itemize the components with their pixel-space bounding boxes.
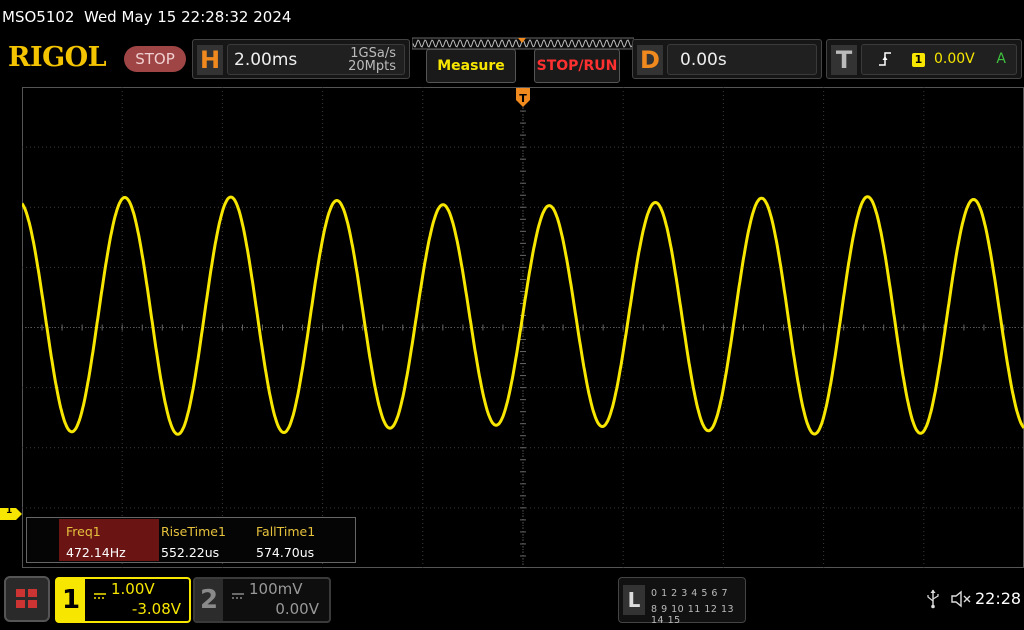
- channel2-panel[interactable]: 2 100mV 0.00V: [193, 577, 331, 623]
- title-bar: MSO5102 Wed May 15 22:28:32 2024: [0, 0, 1024, 34]
- logic-channels-row2: 8 9 10 11 12 13 14 15: [651, 604, 735, 626]
- svg-text:T: T: [519, 92, 527, 105]
- waveform-display[interactable]: T: [22, 87, 1024, 568]
- channel1-scale: 1.00V: [111, 580, 155, 598]
- bottom-status-bar: 1 1.00V -3.08V 2 100mV 0.00V L 0 1 2 3 4…: [0, 570, 1024, 630]
- dc-coupling-icon: [231, 585, 245, 604]
- delay-value: 0.00s: [680, 50, 727, 70]
- clock-time: 22:28: [975, 589, 1022, 608]
- main-menu-button[interactable]: [4, 576, 50, 622]
- measurement-header: RiseTime1: [161, 524, 226, 539]
- timebase-value: 2.00ms: [234, 50, 298, 70]
- trigger-panel[interactable]: T 1 0.00V A: [826, 39, 1022, 79]
- speaker-muted-icon[interactable]: [950, 590, 972, 612]
- trigger-level: 0.00V: [934, 51, 975, 67]
- trigger-position-marker: T: [516, 88, 530, 107]
- measurement-value: 574.70us: [256, 545, 315, 560]
- logic-letter: L: [623, 585, 645, 615]
- run-state-badge[interactable]: STOP: [124, 46, 186, 72]
- delay-letter: D: [637, 45, 663, 75]
- measurement-value: 472.14Hz: [66, 545, 126, 560]
- channel2-scale: 100mV: [249, 580, 303, 598]
- measurement-header: Freq1: [66, 524, 101, 539]
- rising-edge-icon: [878, 50, 892, 72]
- waveform-grid: T: [22, 87, 1024, 568]
- trigger-mode: A: [996, 51, 1006, 67]
- trigger-letter: T: [831, 45, 857, 75]
- measurement-header: FallTime1: [256, 524, 316, 539]
- logic-analyzer-panel[interactable]: L 0 1 2 3 4 5 6 7 8 9 10 11 12 13 14 15: [618, 577, 746, 626]
- measurement-table[interactable]: Freq1 RiseTime1 FallTime1 472.14Hz 552.2…: [26, 517, 356, 563]
- channel1-trace: [22, 195, 1024, 436]
- channel1-panel[interactable]: 1 1.00V -3.08V: [55, 577, 191, 623]
- measurement-value: 552.22us: [161, 545, 220, 560]
- horizontal-letter: H: [197, 45, 223, 75]
- memory-depth: 20Mpts: [348, 59, 396, 74]
- delay-panel[interactable]: D 0.00s: [632, 39, 822, 79]
- usb-icon: [926, 589, 940, 613]
- dc-coupling-icon: [93, 585, 107, 604]
- measure-button[interactable]: Measure: [426, 49, 516, 83]
- datetime: Wed May 15 22:28:32 2024: [84, 8, 292, 26]
- model-name: MSO5102: [2, 8, 75, 26]
- trigger-source-badge: 1: [912, 53, 925, 67]
- channel1-number: 1: [57, 579, 85, 621]
- channel2-number: 2: [195, 579, 223, 621]
- grid-menu-icon: [16, 589, 37, 608]
- channel1-ground-marker[interactable]: 1: [0, 505, 22, 520]
- stop-run-button[interactable]: STOP/RUN: [534, 49, 620, 83]
- channel2-offset: 0.00V: [275, 600, 319, 618]
- channel1-offset: -3.08V: [131, 600, 181, 618]
- channel1-ground-label: 1: [6, 506, 13, 516]
- logic-channels-row1: 0 1 2 3 4 5 6 7: [651, 588, 728, 599]
- brand-logo: RIGOL: [8, 42, 107, 73]
- horizontal-panel[interactable]: H 2.00ms 1GSa/s 20Mpts: [192, 39, 410, 79]
